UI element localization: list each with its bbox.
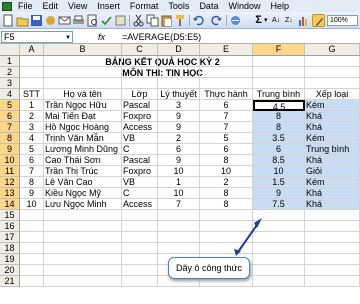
callout-arrow (234, 218, 262, 256)
